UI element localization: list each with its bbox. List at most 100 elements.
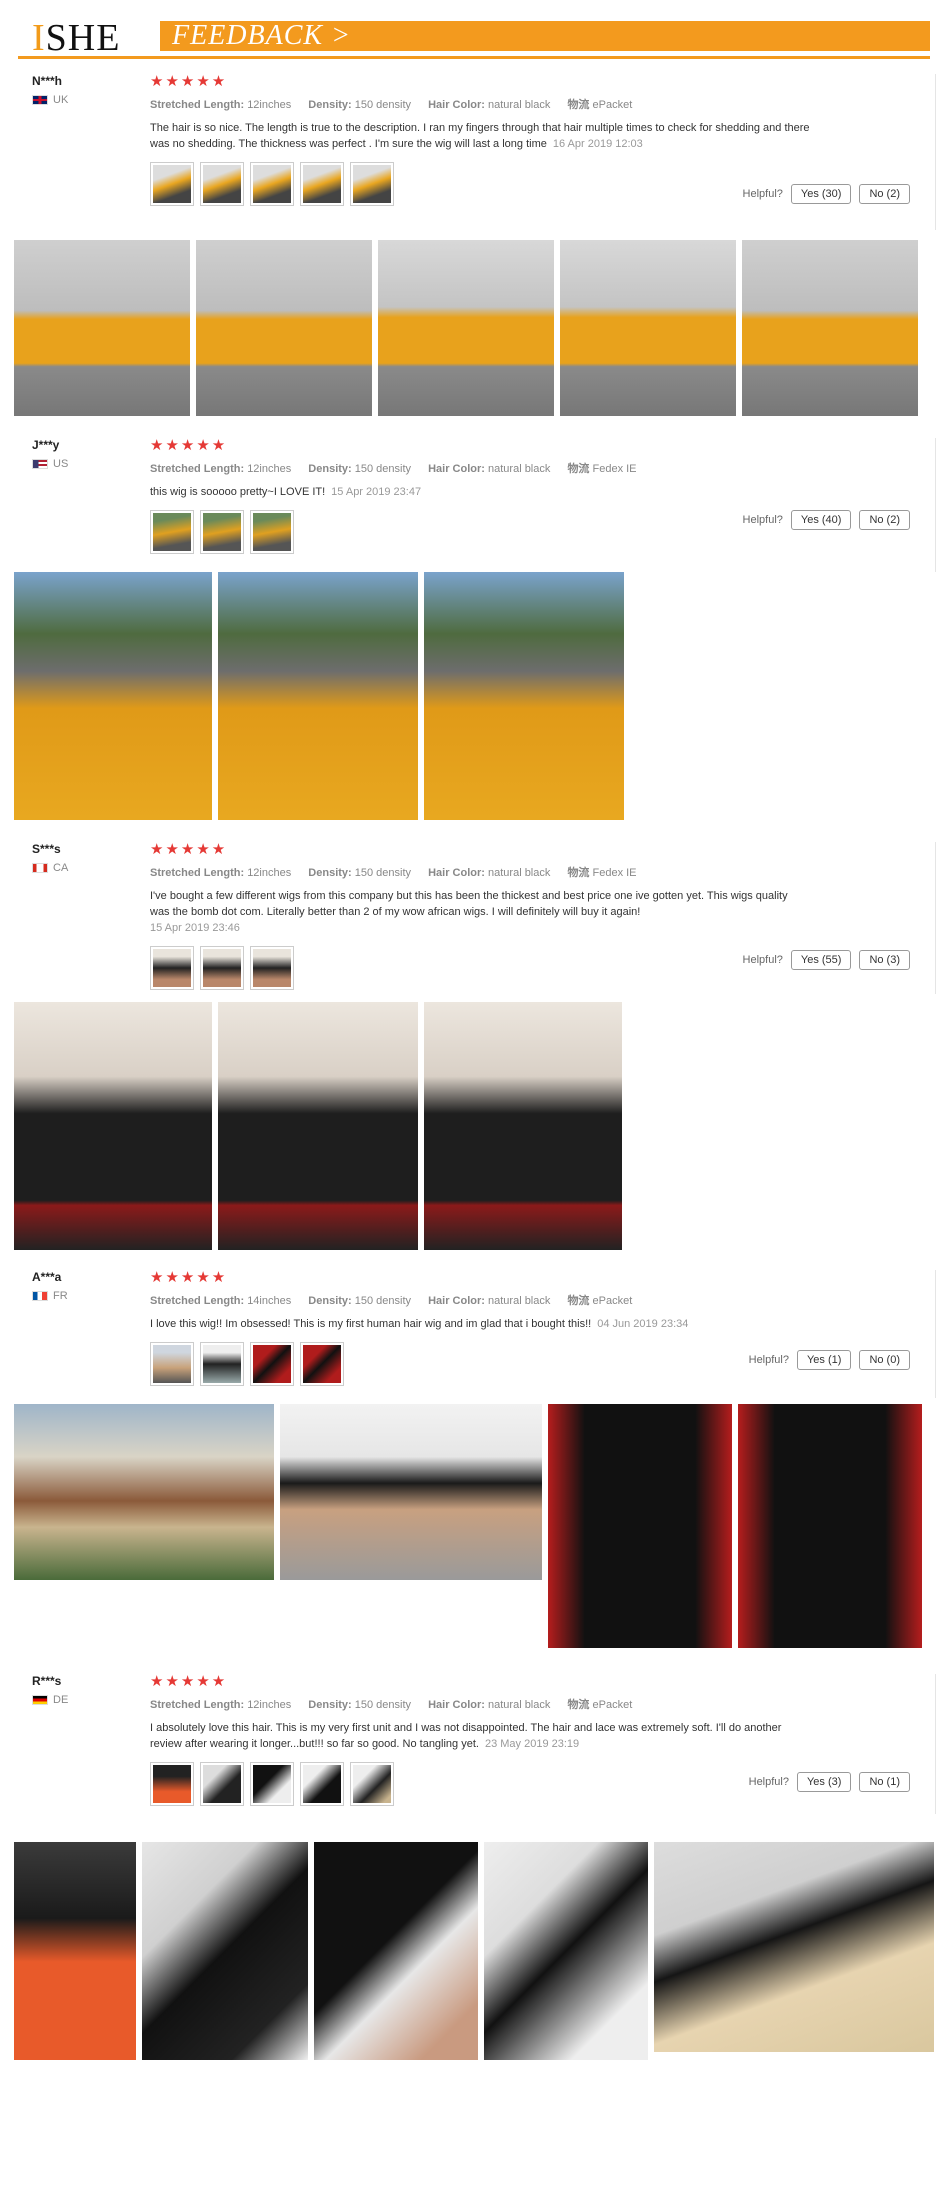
review-photo[interactable] (218, 1002, 418, 1250)
review-photo[interactable] (142, 1842, 308, 2060)
helpful-no-button[interactable]: No (2) (859, 184, 910, 204)
helpful-no-button[interactable]: No (3) (859, 950, 910, 970)
review-photo[interactable] (654, 1842, 934, 2052)
review-thumbnail[interactable] (150, 1762, 194, 1806)
review-photos (14, 1002, 622, 1250)
reviewer-country: US (32, 458, 68, 470)
review-attributes: Stretched Length: 12inches Density: 150 … (150, 1699, 633, 1711)
review-photos (14, 1404, 922, 1648)
review-thumbnail[interactable] (150, 1342, 194, 1386)
helpful-yes-button[interactable]: Yes (55) (790, 950, 852, 970)
helpful-no-button[interactable]: No (0) (859, 1350, 910, 1370)
divider (935, 1674, 936, 1814)
review-thumbnails (150, 162, 810, 206)
flag-uk-icon (32, 95, 48, 105)
review-photo[interactable] (14, 240, 190, 416)
review-photo[interactable] (218, 572, 418, 820)
review-date: 04 Jun 2019 23:34 (597, 1318, 689, 1330)
review-thumbnail[interactable] (350, 162, 394, 206)
review-thumbnails (150, 946, 810, 990)
review-photo[interactable] (424, 572, 624, 820)
review-thumbnail[interactable] (200, 510, 244, 554)
review-date: 15 Apr 2019 23:46 (150, 922, 240, 934)
reviewer-country: FR (32, 1290, 68, 1302)
review-thumbnail[interactable] (150, 510, 194, 554)
review-text: I've bought a few different wigs from th… (150, 890, 788, 934)
review-thumbnail[interactable] (300, 1762, 344, 1806)
review-attributes: Stretched Length: 12inches Density: 150 … (150, 867, 637, 879)
review-thumbnail[interactable] (150, 162, 194, 206)
review-photo[interactable] (560, 240, 736, 416)
review-photo[interactable] (378, 240, 554, 416)
review-photo[interactable] (14, 1842, 136, 2060)
review-attributes: Stretched Length: 12inches Density: 150 … (150, 99, 633, 111)
review-thumbnail[interactable] (250, 1762, 294, 1806)
rating-stars: ★★★★★ (150, 73, 228, 90)
rating-stars: ★★★★★ (150, 1269, 228, 1286)
review-date: 23 May 2019 23:19 (484, 1738, 580, 1750)
review-photo[interactable] (424, 1002, 622, 1250)
review-date: 16 Apr 2019 12:03 (552, 138, 643, 150)
review-attributes: Stretched Length: 12inches Density: 150 … (150, 463, 637, 475)
helpful-yes-button[interactable]: Yes (1) (796, 1350, 852, 1370)
review-text: this wig is sooooo pretty~I LOVE IT! 15 A… (150, 486, 422, 498)
review-thumbnail[interactable] (200, 162, 244, 206)
review-thumbnail[interactable] (250, 946, 294, 990)
rating-stars: ★★★★★ (150, 1673, 228, 1690)
review-thumbnail[interactable] (250, 1342, 294, 1386)
review-text: I love this wig!! Im obsessed! This is m… (150, 1318, 689, 1330)
review-photo[interactable] (280, 1404, 542, 1580)
brand-logo: ISHE (32, 17, 121, 59)
review-date: 15 Apr 2019 23:47 (331, 486, 422, 498)
review-photo[interactable] (14, 572, 212, 820)
divider (935, 438, 936, 572)
review-thumbnails (150, 1342, 810, 1386)
flag-fr-icon (32, 1291, 48, 1301)
review-photo[interactable] (484, 1842, 648, 2060)
flag-ca-icon (32, 863, 48, 873)
review-thumbnail[interactable] (250, 162, 294, 206)
helpful-section: Helpful? Yes (1) No (0) (749, 1350, 910, 1370)
reviewer-name: J***y (32, 438, 60, 452)
reviewer-name: S***s (32, 842, 61, 856)
flag-de-icon (32, 1695, 48, 1705)
helpful-section: Helpful? Yes (30) No (2) (743, 184, 910, 204)
review-thumbnail[interactable] (300, 162, 344, 206)
helpful-section: Helpful? Yes (55) No (3) (743, 950, 910, 970)
review-photo[interactable] (14, 1404, 274, 1580)
rating-stars: ★★★★★ (150, 841, 228, 858)
reviewer-country: CA (32, 862, 68, 874)
helpful-yes-button[interactable]: Yes (40) (790, 510, 852, 530)
helpful-no-button[interactable]: No (2) (859, 510, 910, 530)
divider (935, 1270, 936, 1398)
header-divider (18, 56, 930, 59)
review-photo[interactable] (196, 240, 372, 416)
review-photo[interactable] (738, 1404, 922, 1648)
helpful-no-button[interactable]: No (1) (859, 1772, 910, 1792)
review-text: The hair is so nice. The length is true … (150, 122, 810, 150)
review-thumbnail[interactable] (200, 1342, 244, 1386)
review-photo[interactable] (548, 1404, 732, 1648)
review-photo[interactable] (314, 1842, 478, 2060)
review-thumbnails (150, 510, 810, 554)
reviewer-name: N***h (32, 74, 63, 88)
review-thumbnail[interactable] (200, 946, 244, 990)
helpful-yes-button[interactable]: Yes (30) (790, 184, 852, 204)
feedback-title: FEEDBACK > (172, 20, 351, 51)
helpful-section: Helpful? Yes (3) No (1) (749, 1772, 910, 1792)
rating-stars: ★★★★★ (150, 437, 228, 454)
review-thumbnail[interactable] (250, 510, 294, 554)
review-photo[interactable] (14, 1002, 212, 1250)
divider (935, 74, 936, 230)
review-thumbnail[interactable] (350, 1762, 394, 1806)
reviewer-name: A***a (32, 1270, 62, 1284)
review-photo[interactable] (742, 240, 918, 416)
helpful-section: Helpful? Yes (40) No (2) (743, 510, 910, 530)
feedback-header: ISHE FEEDBACK > (18, 17, 930, 59)
review-thumbnail[interactable] (200, 1762, 244, 1806)
reviewer-country: UK (32, 94, 68, 106)
review-photos (14, 1842, 934, 2060)
helpful-yes-button[interactable]: Yes (3) (796, 1772, 852, 1792)
review-thumbnail[interactable] (300, 1342, 344, 1386)
review-thumbnail[interactable] (150, 946, 194, 990)
